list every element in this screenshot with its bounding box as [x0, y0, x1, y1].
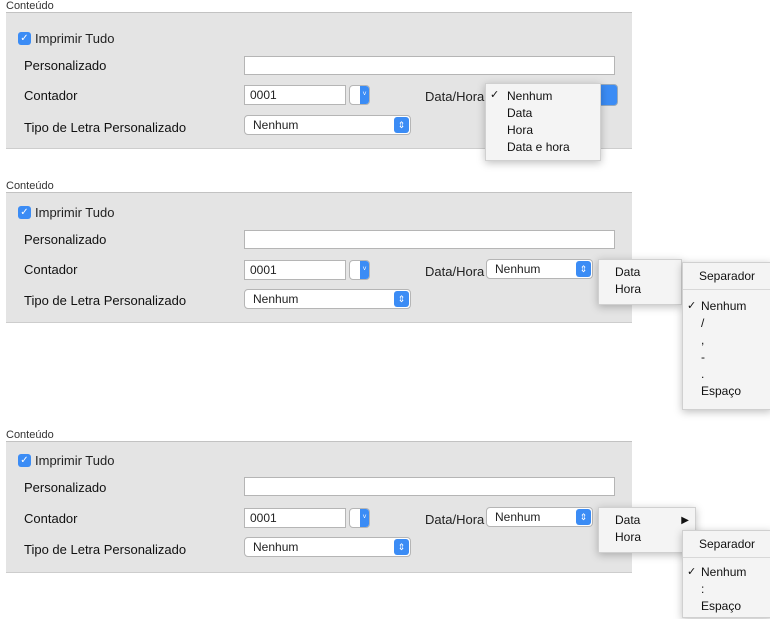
counter-label: Contador [24, 88, 78, 103]
stepper-icon[interactable]: ˅ [360, 86, 369, 104]
menu-item-hora[interactable]: Hora [599, 529, 695, 546]
counter-input[interactable]: 0001 [244, 508, 346, 528]
custom-input[interactable] [244, 56, 615, 75]
submenu-item-espaco[interactable]: Espaço [683, 383, 770, 400]
separator-submenu-3: Separador ✓ Nenhum : Espaço [682, 530, 770, 618]
font-select[interactable]: Nenhum ⇕ [244, 115, 411, 135]
font-label: Tipo de Letra Personalizado [24, 293, 187, 308]
counter-label: Contador [24, 262, 78, 277]
panel-2-title: Conteúdo [6, 180, 54, 192]
menu-item-label: Data [615, 513, 641, 527]
counter-stepper[interactable]: ˅ [349, 85, 370, 105]
popup-arrows-icon: ⇕ [394, 291, 409, 307]
submenu-item-label: Nenhum [701, 565, 747, 579]
submenu-item-dot[interactable]: . [683, 366, 770, 383]
submenu-item-dash[interactable]: - [683, 349, 770, 366]
font-select-value: Nenhum [253, 292, 299, 306]
datetime-menu-2: Data Hora [598, 259, 682, 305]
menu-item-nenhum[interactable]: ✓ Nenhum [486, 88, 600, 105]
datetime-label: Data/Hora [425, 89, 485, 104]
font-select[interactable]: Nenhum ⇕ [244, 289, 411, 309]
popup-arrows-icon: ⇕ [394, 539, 409, 555]
print-all-row-2[interactable]: ✓ Imprimir Tudo [18, 205, 114, 220]
font-label: Tipo de Letra Personalizado [24, 120, 187, 135]
submenu-header: Separador [683, 263, 770, 290]
custom-label: Personalizado [24, 232, 107, 247]
datetime-label: Data/Hora [425, 264, 485, 279]
popup-arrows-icon: ⇕ [576, 261, 591, 277]
popup-arrows-icon: ⇕ [576, 509, 591, 525]
submenu-item-nenhum[interactable]: ✓ Nenhum [683, 298, 770, 315]
stepper-icon[interactable]: ˅ [360, 509, 369, 527]
submenu-arrow-icon: ▶ [681, 515, 689, 526]
popup-arrows-icon: ⇕ [394, 117, 409, 133]
submenu-item-espaco[interactable]: Espaço [683, 598, 770, 615]
menu-item-data[interactable]: Data ▶ [599, 512, 695, 529]
check-icon: ✓ [490, 89, 500, 101]
check-icon[interactable]: ✓ [18, 206, 31, 219]
counter-input[interactable]: 0001 [244, 260, 346, 280]
check-icon: ✓ [687, 300, 697, 312]
counter-stepper[interactable]: ˅ [349, 260, 370, 280]
stepper-icon[interactable]: ˅ [360, 261, 369, 279]
font-select-value: Nenhum [253, 540, 299, 554]
submenu-item-nenhum[interactable]: ✓ Nenhum [683, 564, 770, 581]
print-all-row-1[interactable]: ✓ Imprimir Tudo [18, 31, 114, 46]
print-all-label: Imprimir Tudo [35, 453, 115, 468]
panel-3-title: Conteúdo [6, 429, 54, 441]
counter-stepper[interactable]: ˅ [349, 508, 370, 528]
panel-1-title: Conteúdo [6, 0, 54, 12]
font-label: Tipo de Letra Personalizado [24, 542, 187, 557]
datetime-label: Data/Hora [425, 512, 485, 527]
submenu-item-comma[interactable]: , [683, 332, 770, 349]
print-all-label: Imprimir Tudo [35, 205, 115, 220]
separator-submenu-2: Separador ✓ Nenhum / , - . Espaço [682, 262, 770, 410]
custom-input[interactable] [244, 477, 615, 496]
menu-item-data[interactable]: Data [486, 105, 600, 122]
datetime-select[interactable]: Nenhum ⇕ [486, 259, 593, 279]
menu-item-data[interactable]: Data [599, 264, 681, 281]
submenu-header: Separador [683, 531, 770, 558]
datetime-menu-1: ✓ Nenhum Data Hora Data e hora [485, 83, 601, 161]
check-icon: ✓ [687, 566, 697, 578]
custom-input[interactable] [244, 230, 615, 249]
custom-label: Personalizado [24, 480, 107, 495]
datetime-select-value: Nenhum [495, 510, 541, 524]
font-select-value: Nenhum [253, 118, 299, 132]
menu-item-data-e-hora[interactable]: Data e hora [486, 139, 600, 156]
print-all-label: Imprimir Tudo [35, 31, 115, 46]
submenu-item-slash[interactable]: / [683, 315, 770, 332]
custom-label: Personalizado [24, 58, 107, 73]
menu-item-hora[interactable]: Hora [486, 122, 600, 139]
submenu-item-label: Nenhum [701, 299, 747, 313]
submenu-item-colon[interactable]: : [683, 581, 770, 598]
check-icon[interactable]: ✓ [18, 454, 31, 467]
print-all-row-3[interactable]: ✓ Imprimir Tudo [18, 453, 114, 468]
check-icon[interactable]: ✓ [18, 32, 31, 45]
counter-label: Contador [24, 511, 78, 526]
datetime-select[interactable]: Nenhum ⇕ [486, 507, 593, 527]
menu-item-hora[interactable]: Hora [599, 281, 681, 298]
datetime-select-value: Nenhum [495, 262, 541, 276]
counter-input[interactable]: 0001 [244, 85, 346, 105]
menu-item-label[interactable]: Nenhum [486, 88, 600, 105]
font-select[interactable]: Nenhum ⇕ [244, 537, 411, 557]
